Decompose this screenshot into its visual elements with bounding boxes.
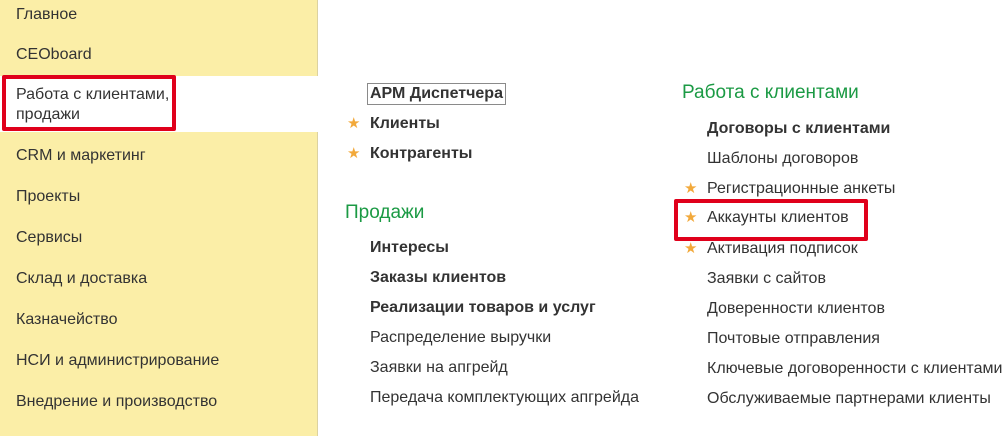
- sections-sidebar: Главное CEOboard Работа с клиентами, про…: [0, 0, 318, 436]
- link-client-contracts[interactable]: Договоры с клиентами: [707, 119, 890, 139]
- group-title-clients: Работа с клиентами: [682, 82, 859, 103]
- link-partner-served-clients[interactable]: Обслуживаемые партнерами клиенты: [707, 389, 991, 409]
- link-revenue-distribution[interactable]: Распределение выручки: [370, 328, 551, 348]
- link-contract-templates[interactable]: Шаблоны договоров: [707, 149, 858, 169]
- sidebar-item-nsi-admin[interactable]: НСИ и администрирование: [0, 351, 318, 371]
- link-registration-forms[interactable]: Регистрационные анкеты: [707, 179, 895, 199]
- link-counterparties[interactable]: Контрагенты: [370, 144, 472, 164]
- link-client-powers-of-attorney[interactable]: Доверенности клиентов: [707, 299, 885, 319]
- sidebar-item-warehouse[interactable]: Склад и доставка: [0, 269, 318, 289]
- sidebar-item-projects[interactable]: Проекты: [0, 187, 318, 207]
- star-icon[interactable]: ★: [347, 144, 360, 164]
- link-upgrade-components-transfer[interactable]: Передача комплектующих апгрейда: [370, 388, 639, 408]
- sidebar-item-crm-marketing[interactable]: CRM и маркетинг: [0, 146, 318, 166]
- link-interests[interactable]: Интересы: [370, 238, 449, 258]
- sidebar-item-clients-sales[interactable]: Работа с клиентами, продажи: [0, 76, 318, 132]
- group-title-sales: Продажи: [345, 202, 425, 223]
- link-subscription-activation[interactable]: Активация подписок: [707, 239, 858, 259]
- sidebar-item-ceoboard[interactable]: CEOboard: [0, 45, 318, 65]
- link-upgrade-requests[interactable]: Заявки на апгрейд: [370, 358, 508, 378]
- sidebar-item-label-line1: Работа с клиентами,: [16, 86, 170, 103]
- star-icon[interactable]: ★: [684, 239, 697, 259]
- star-icon[interactable]: ★: [684, 208, 697, 228]
- link-arm-dispatcher[interactable]: АРМ Диспетчера: [367, 83, 506, 105]
- sidebar-item-main[interactable]: Главное: [0, 5, 318, 25]
- sidebar-item-services[interactable]: Сервисы: [0, 228, 318, 248]
- link-customer-orders[interactable]: Заказы клиентов: [370, 268, 506, 288]
- star-icon[interactable]: ★: [684, 179, 697, 199]
- star-icon[interactable]: ★: [347, 114, 360, 134]
- link-site-requests[interactable]: Заявки с сайтов: [707, 269, 826, 289]
- link-client-accounts[interactable]: Аккаунты клиентов: [707, 208, 849, 228]
- sidebar-item-treasury[interactable]: Казначейство: [0, 310, 318, 330]
- sidebar-item-implementation[interactable]: Внедрение и производство: [0, 392, 318, 412]
- link-sales-invoices[interactable]: Реализации товаров и услуг: [370, 298, 596, 318]
- link-mailings[interactable]: Почтовые отправления: [707, 329, 880, 349]
- link-clients[interactable]: Клиенты: [370, 114, 440, 134]
- link-key-agreements[interactable]: Ключевые договоренности с клиентами: [707, 359, 1002, 379]
- sidebar-item-label-line2: продажи: [16, 106, 80, 123]
